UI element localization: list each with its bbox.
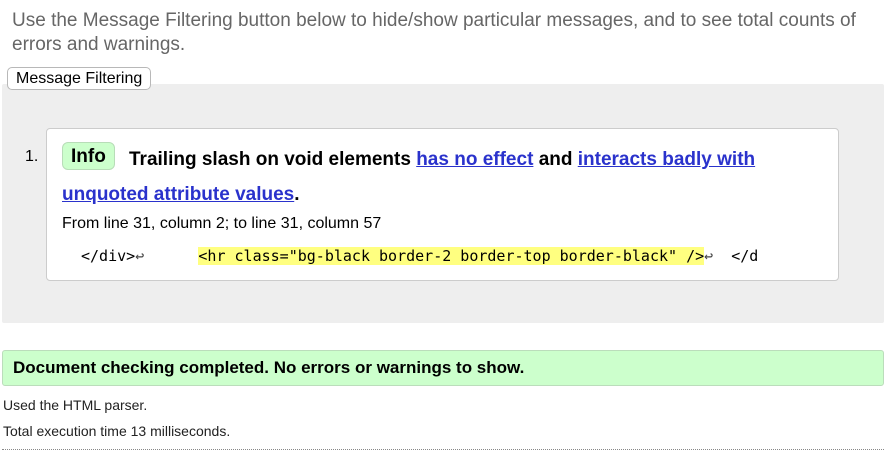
line-feed-icon: ↩ <box>135 247 145 265</box>
execution-time: Total execution time 13 milliseconds. <box>3 423 231 439</box>
divider <box>2 449 884 450</box>
line-feed-icon: ↩ <box>704 247 714 265</box>
message-filtering-button[interactable]: Message Filtering <box>7 67 152 90</box>
status-success-message: Document checking completed. No errors o… <box>2 350 884 386</box>
info-badge: Info <box>62 142 115 170</box>
message-location: From line 31, column 2; to line 31, colu… <box>62 215 382 232</box>
message-text: Trailing slash on void elements has no e… <box>62 142 822 212</box>
message-text-part: . <box>294 184 300 205</box>
message-number: 1. <box>25 148 39 165</box>
message-text-part: Trailing slash on void elements <box>129 149 411 170</box>
code-extract: </div>↩ <hr class="bg-black border-2 bor… <box>81 246 758 266</box>
parser-info: Used the HTML parser. <box>3 397 148 413</box>
intro-text: Use the Message Filtering button below t… <box>12 10 856 55</box>
message-text-part: and <box>538 149 573 170</box>
extract-highlight: <hr class="bg-black border-2 border-top … <box>198 247 705 265</box>
has-no-effect-link[interactable]: has no effect <box>416 149 533 170</box>
extract-before: </div> <box>81 247 136 265</box>
extract-after: </d <box>731 247 759 265</box>
message-item: Trailing slash on void elements has no e… <box>46 128 839 281</box>
